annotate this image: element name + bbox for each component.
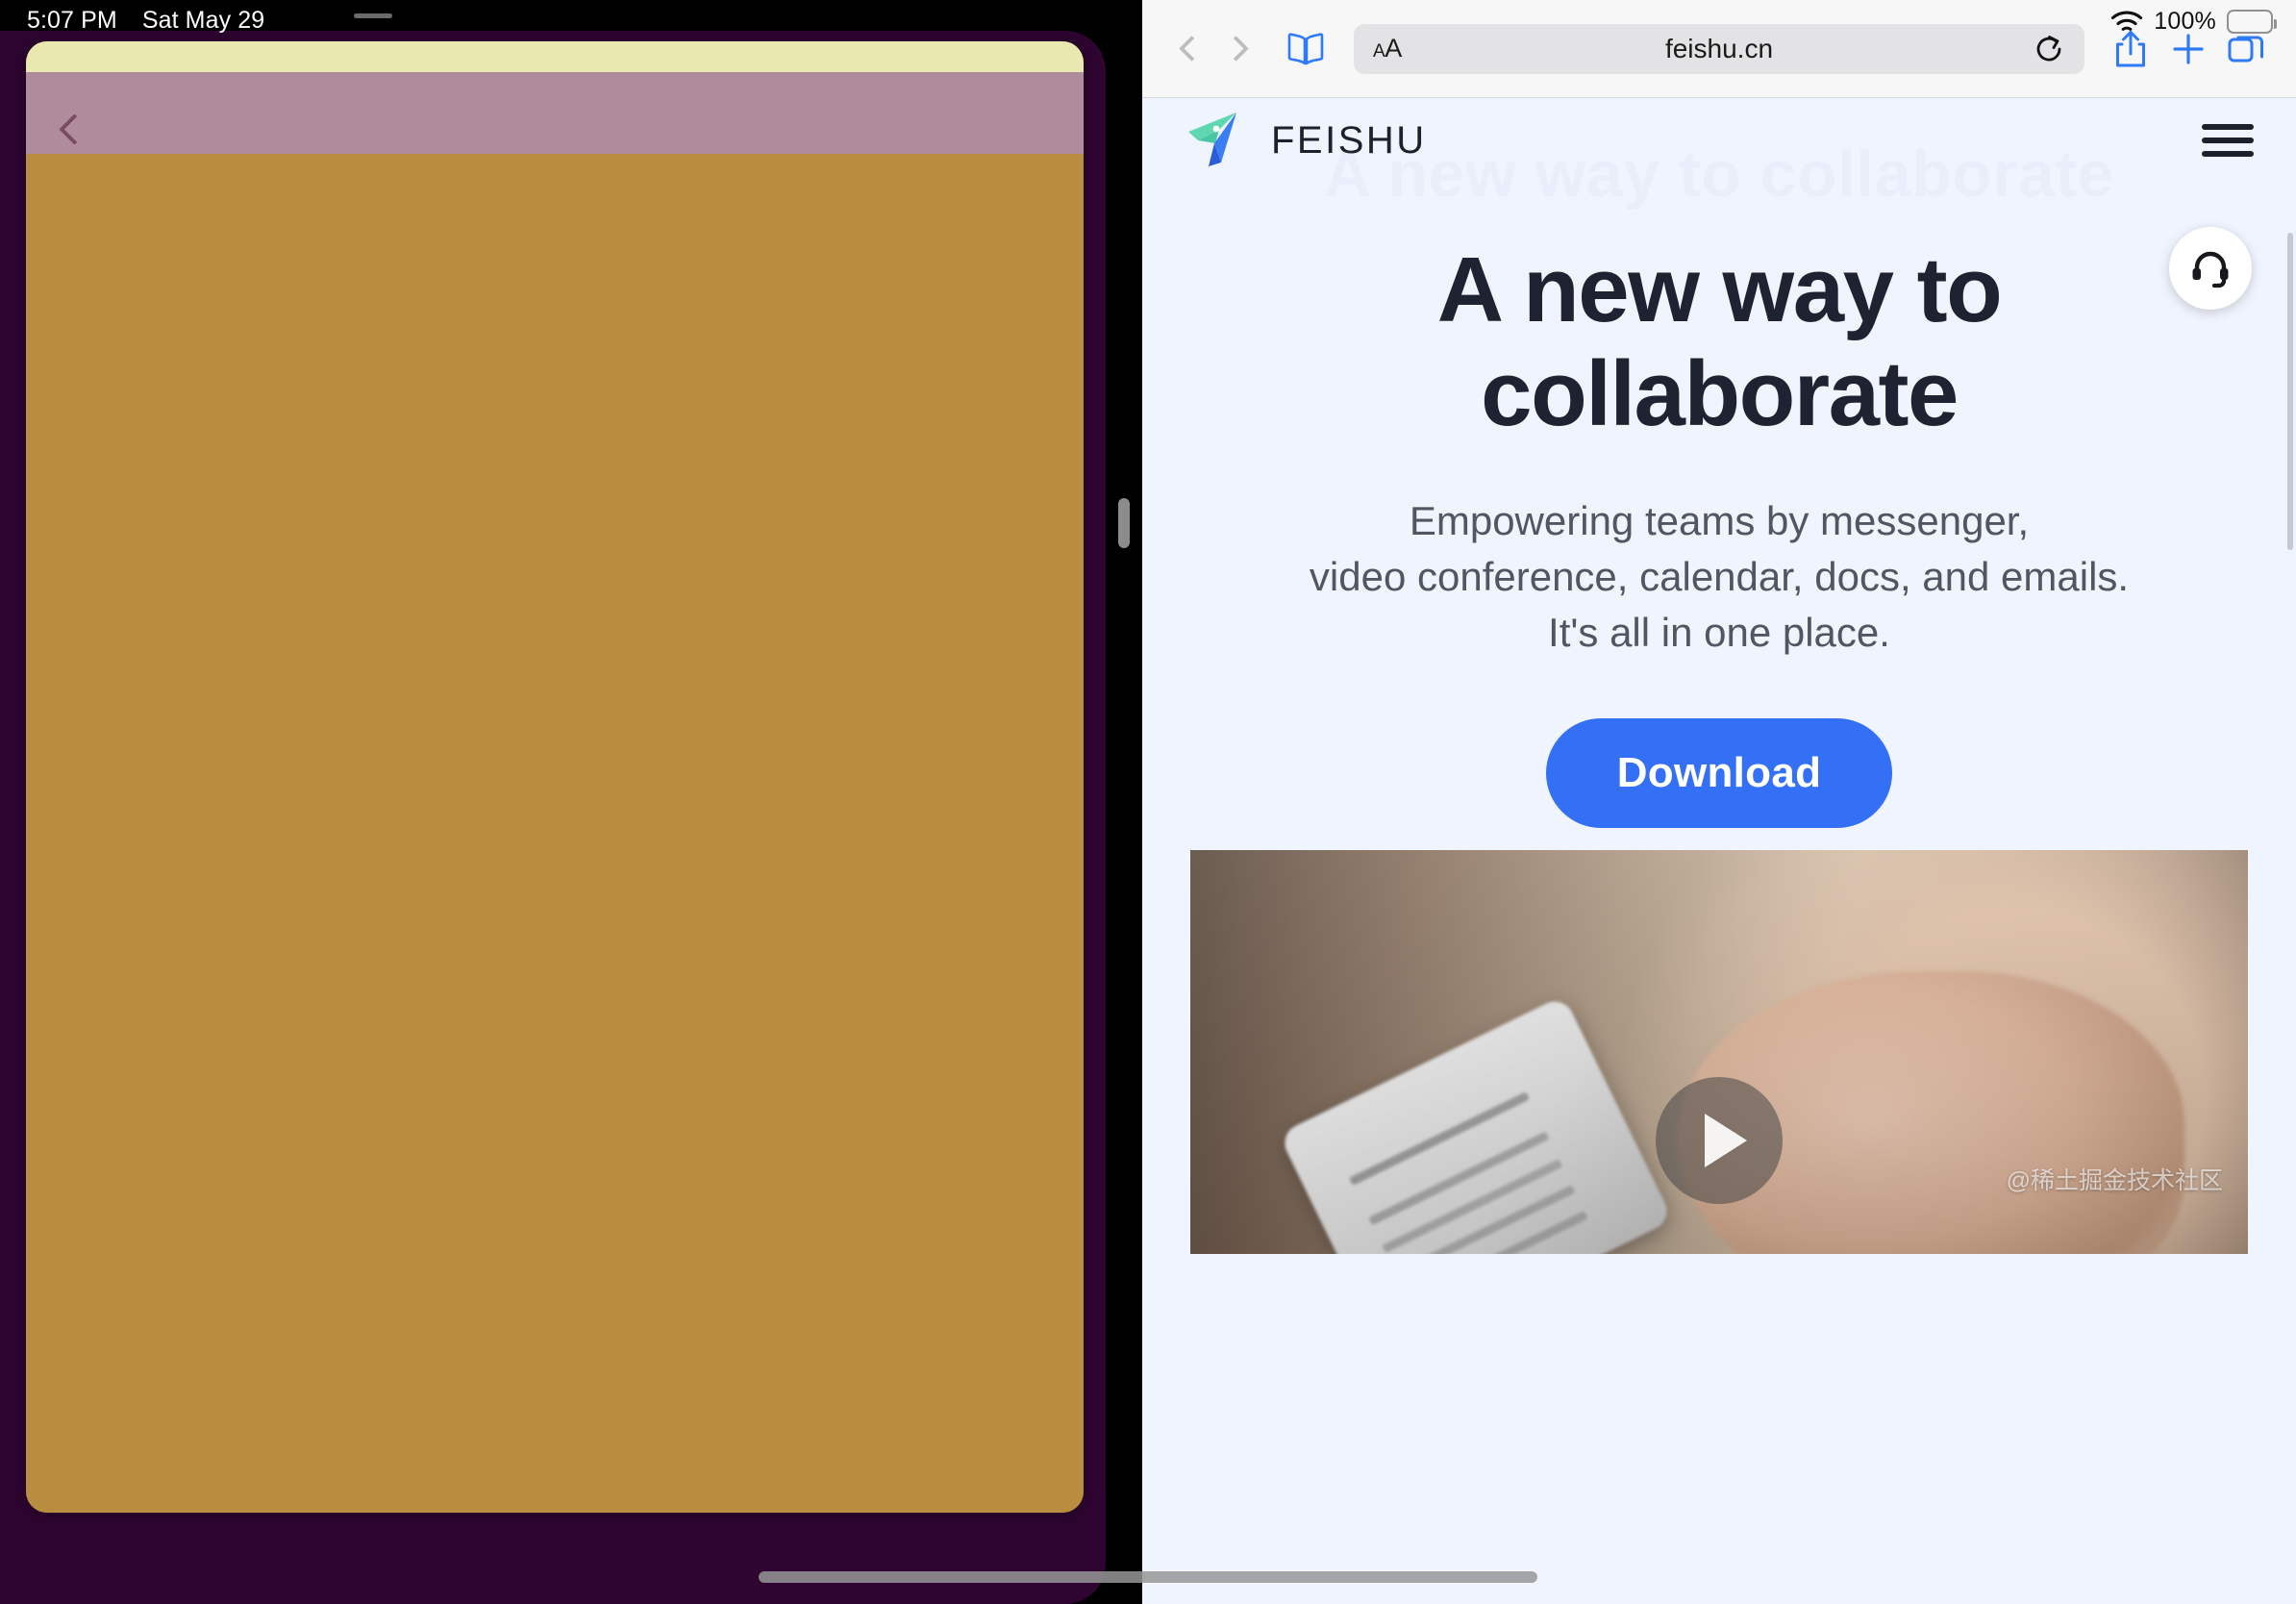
support-chat-button[interactable]: [2169, 227, 2252, 310]
left-app-frame: [0, 31, 1106, 1604]
headline-line-2: collaborate: [1481, 341, 1959, 445]
battery-full-icon: [2227, 10, 2277, 34]
play-button-icon[interactable]: [1656, 1077, 1783, 1205]
date-label: Sat May 29: [141, 7, 265, 34]
brand-logo-group[interactable]: FEISHU: [1181, 109, 1427, 172]
status-bar: 5:07 PM Sat May 29 100%: [0, 0, 2296, 46]
download-button[interactable]: Download: [1545, 717, 1893, 828]
chevron-left-icon[interactable]: [53, 113, 86, 146]
battery-percent: 100%: [2154, 8, 2216, 35]
subtitle-line-2: video conference, calendar, docs, and em…: [1309, 553, 2130, 599]
image-watermark: @稀土掘金技术社区: [2006, 1167, 2223, 1194]
page-scrollbar[interactable]: [2287, 233, 2293, 550]
site-header: FEISHU: [1142, 98, 2296, 183]
left-app-content-area[interactable]: [26, 154, 1084, 1513]
subtitle-line-3: It's all in one place.: [1548, 609, 1890, 655]
subtitle-line-1: Empowering teams by messenger,: [1409, 498, 2030, 544]
webpage-viewport[interactable]: FEISHU A new way to collaborate A new wa…: [1142, 98, 2296, 1604]
feishu-paper-plane-logo: [1188, 113, 1236, 166]
ipad-screen: AA feishu.cn FEISHU A new way to collabo…: [0, 0, 2296, 1604]
headline-line-1: A new way to: [1436, 238, 2003, 341]
clock: 5:07 PM: [27, 7, 117, 34]
wifi-icon: [2110, 10, 2143, 35]
download-button-wrapper: Download: [1142, 717, 2296, 828]
hamburger-menu-icon[interactable]: [2202, 119, 2254, 162]
left-app-header: [26, 72, 1084, 154]
hero-video-thumbnail[interactable]: @稀土掘金技术社区: [1190, 850, 2248, 1254]
hero-section: A new way to collaborate Empowering team…: [1142, 183, 2296, 828]
headset-icon: [2192, 251, 2229, 288]
left-app-card: [26, 41, 1084, 1513]
status-bar-left: 5:07 PM Sat May 29: [27, 7, 264, 35]
status-bar-right: 100%: [2110, 8, 2277, 36]
page-title: A new way to collaborate: [1142, 238, 2296, 445]
split-view-grabber[interactable]: [1118, 498, 1130, 548]
split-view-divider[interactable]: [1106, 0, 1142, 1604]
left-split-app[interactable]: [0, 0, 1135, 1604]
multitask-handle[interactable]: [354, 13, 392, 18]
hero-subtitle: Empowering teams by messenger, video con…: [1142, 493, 2296, 661]
home-indicator[interactable]: [759, 1571, 1537, 1583]
brand-name: FEISHU: [1271, 118, 1427, 162]
safari-split-app: AA feishu.cn FEISHU A new way to collabo…: [1142, 0, 2296, 1604]
